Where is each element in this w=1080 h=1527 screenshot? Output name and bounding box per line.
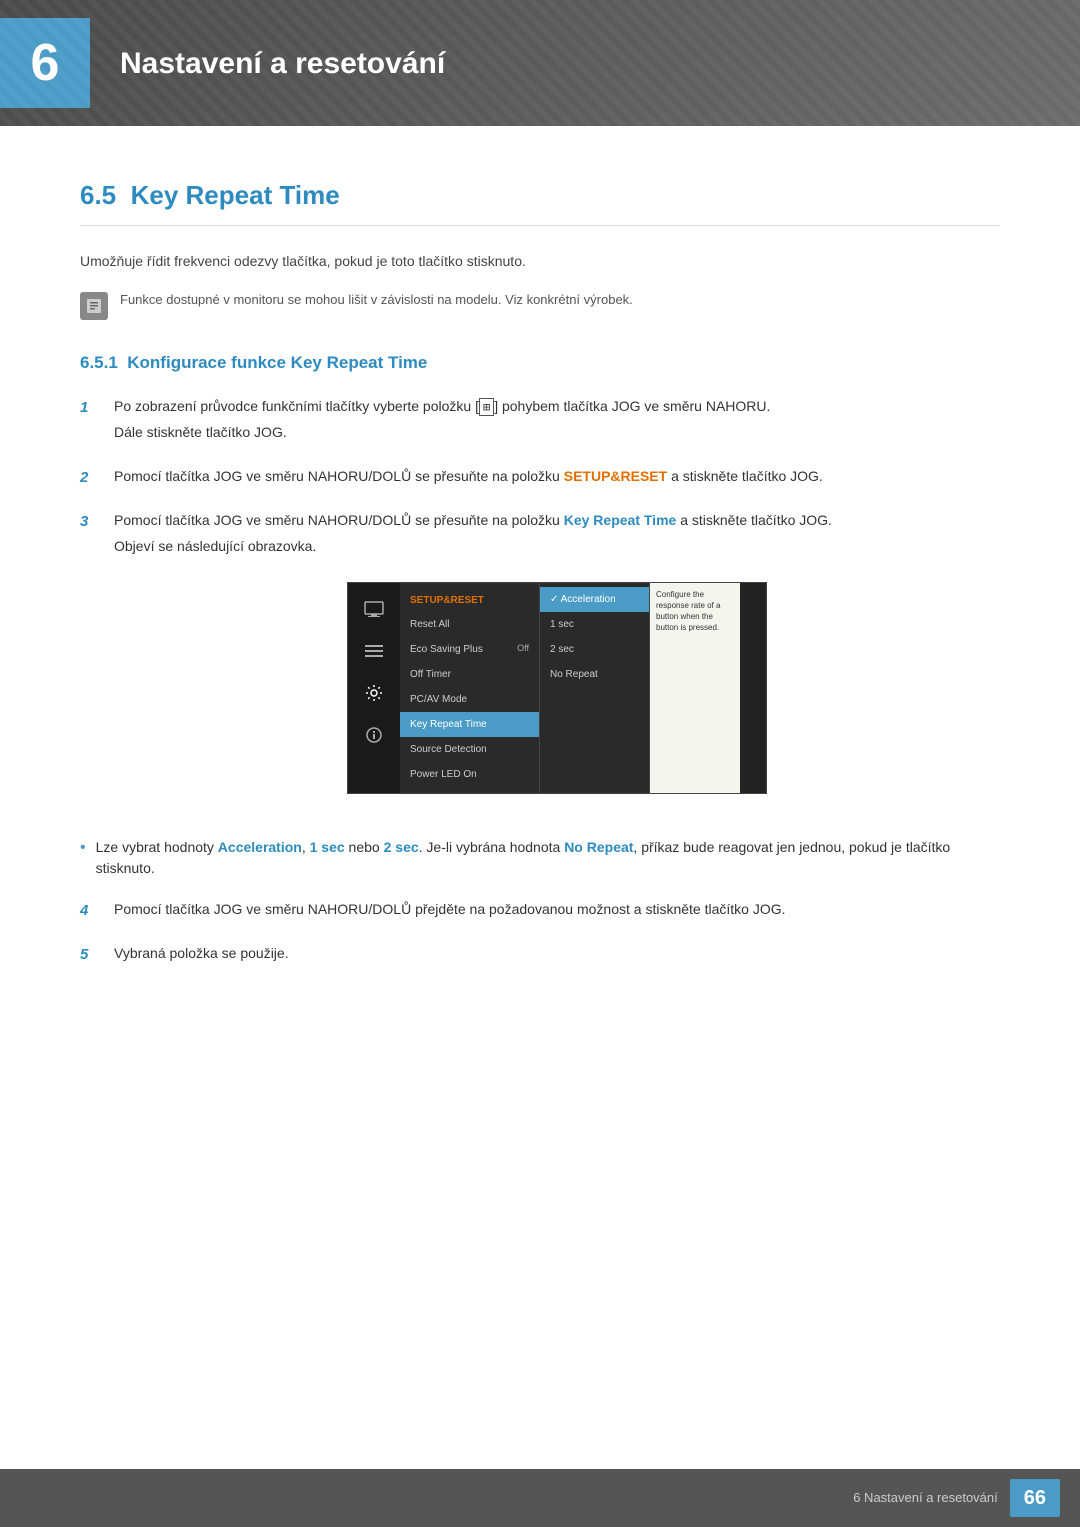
step-number-1: 1 xyxy=(80,397,98,420)
step-1: 1 Po zobrazení průvodce funkčními tlačít… xyxy=(80,396,1000,448)
step-content-2: Pomocí tlačítka JOG ve směru NAHORU/DOLŮ… xyxy=(114,466,1000,492)
note-text: Funkce dostupné v monitoru se mohou liši… xyxy=(120,290,633,310)
sidebar-icon-menu xyxy=(360,637,388,665)
note-box: Funkce dostupné v monitoru se mohou liši… xyxy=(80,290,1000,320)
menu-item-power: Power LED On xyxy=(400,762,539,787)
screenshot-container: SETUP&RESET Reset All Eco Saving PlusOff… xyxy=(114,582,1000,794)
bullet-list: Lze vybrat hodnoty Acceleration, 1 sec n… xyxy=(80,837,1000,879)
submenu-acceleration: Acceleration xyxy=(540,587,649,612)
footer: 6 Nastavení a resetování 66 xyxy=(0,1469,1080,1527)
step-4: 4 Pomocí tlačítka JOG ve směru NAHORU/DO… xyxy=(80,899,1000,925)
step-number-2: 2 xyxy=(80,467,98,490)
chapter-header: 6 Nastavení a resetování xyxy=(0,0,1080,126)
submenu-norepeat: No Repeat xyxy=(540,662,649,687)
step-number-4: 4 xyxy=(80,900,98,923)
bullet-item: Lze vybrat hodnoty Acceleration, 1 sec n… xyxy=(80,837,1000,879)
step-content-5: Vybraná položka se použije. xyxy=(114,943,1000,969)
step-number-5: 5 xyxy=(80,944,98,967)
screenshot-sidebar xyxy=(348,583,400,793)
chapter-title: Nastavení a resetování xyxy=(120,41,445,86)
menu-item-reset-all: Reset All xyxy=(400,612,539,637)
sidebar-icon-display xyxy=(360,595,388,623)
step-5: 5 Vybraná položka se použije. xyxy=(80,943,1000,969)
step-content-4: Pomocí tlačítka JOG ve směru NAHORU/DOLŮ… xyxy=(114,899,1000,925)
footer-page: 66 xyxy=(1010,1479,1060,1517)
intro-text: Umožňuje řídit frekvenci odezvy tlačítka… xyxy=(80,251,1000,272)
menu-item-keyrepeat: Key Repeat Time xyxy=(400,712,539,737)
step-2: 2 Pomocí tlačítka JOG ve směru NAHORU/DO… xyxy=(80,466,1000,492)
step-number-3: 3 xyxy=(80,511,98,534)
footer-text: 6 Nastavení a resetování xyxy=(853,1488,998,1508)
step-content-3: Pomocí tlačítka JOG ve směru NAHORU/DOLŮ… xyxy=(114,510,1000,819)
screenshot: SETUP&RESET Reset All Eco Saving PlusOff… xyxy=(347,582,767,794)
note-icon xyxy=(80,292,108,320)
section-title: 6.5 Key Repeat Time xyxy=(80,176,1000,226)
screenshot-submenu: Acceleration 1 sec 2 sec No Repeat xyxy=(540,583,650,793)
screenshot-tooltip: Configure the response rate of a button … xyxy=(650,583,740,793)
sidebar-icon-settings xyxy=(360,679,388,707)
submenu-1sec: 1 sec xyxy=(540,612,649,637)
chapter-number: 6 xyxy=(0,18,90,108)
menu-item-source: Source Detection xyxy=(400,737,539,762)
steps-list: 1 Po zobrazení průvodce funkčními tlačít… xyxy=(80,396,1000,819)
menu-item-pcav: PC/AV Mode xyxy=(400,687,539,712)
step-3: 3 Pomocí tlačítka JOG ve směru NAHORU/DO… xyxy=(80,510,1000,819)
step-content-1: Po zobrazení průvodce funkčními tlačítky… xyxy=(114,396,1000,448)
menu-header: SETUP&RESET xyxy=(400,589,539,612)
menu-item-eco: Eco Saving PlusOff xyxy=(400,637,539,662)
submenu-2sec: 2 sec xyxy=(540,637,649,662)
main-content: 6.5 Key Repeat Time Umožňuje řídit frekv… xyxy=(0,176,1080,1067)
steps-list-2: 4 Pomocí tlačítka JOG ve směru NAHORU/DO… xyxy=(80,899,1000,969)
subsection-title: 6.5.1 Konfigurace funkce Key Repeat Time xyxy=(80,350,1000,376)
screenshot-menu: SETUP&RESET Reset All Eco Saving PlusOff… xyxy=(400,583,540,793)
sidebar-icon-info xyxy=(360,721,388,749)
menu-item-timer: Off Timer xyxy=(400,662,539,687)
